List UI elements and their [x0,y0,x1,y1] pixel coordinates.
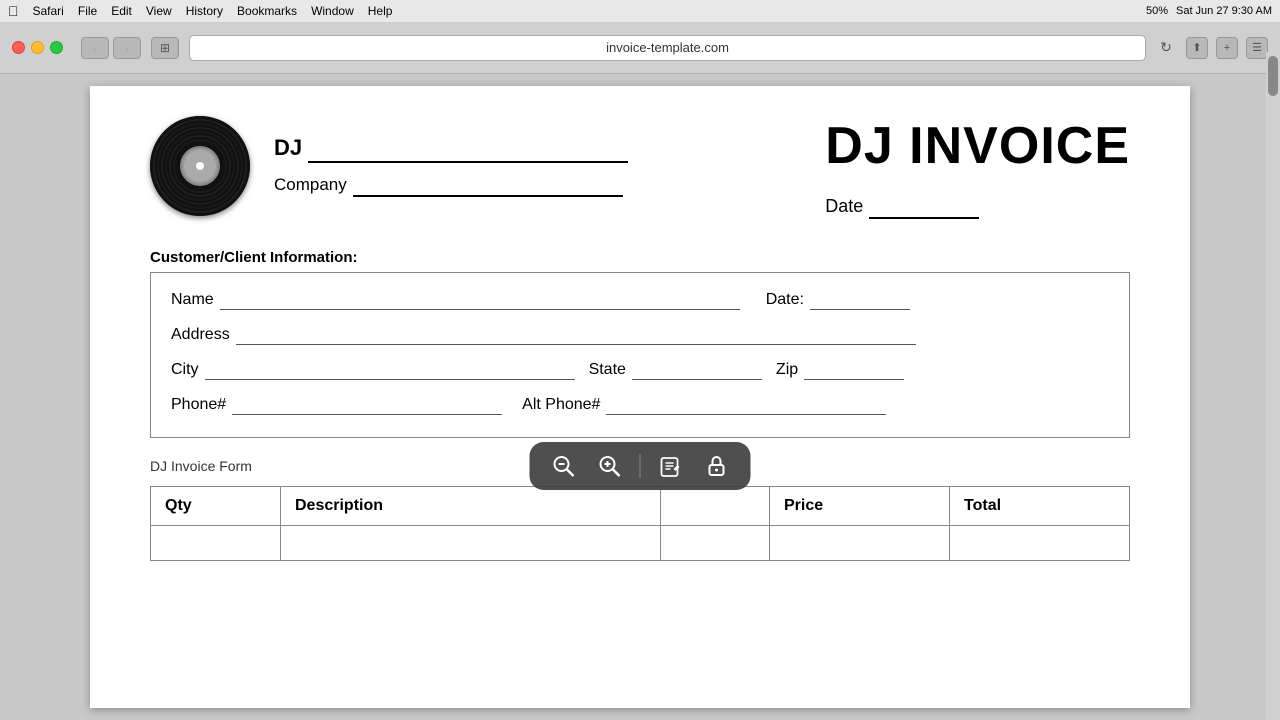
alt-phone-label: Alt Phone# [522,396,600,414]
zip-field[interactable] [804,361,904,380]
name-label: Name [171,291,214,309]
doc-header: DJ Company DJ INVOICE Date [150,116,1130,219]
menu-bar-left:  Safari File Edit View History Bookmark… [8,3,392,19]
reload-button[interactable]: ↻ [1156,38,1176,58]
zip-label: Zip [776,361,798,379]
dj-name-line: DJ [274,135,628,163]
url-display: invoice-template.com [606,40,729,55]
phone-label: Phone# [171,396,226,414]
apple-menu[interactable]:  [8,3,19,19]
maximize-button[interactable] [50,41,63,54]
customer-info-box: Name Date: Address City State Zip [150,272,1130,438]
table-row [151,526,1130,561]
traffic-lights [12,41,63,54]
mac-menu-bar:  Safari File Edit View History Bookmark… [0,0,1280,22]
col-header-qty: Qty [151,487,281,526]
menu-bookmarks[interactable]: Bookmarks [237,4,297,18]
share-button[interactable]: ⬆ [1186,37,1208,59]
sidebar-toggle[interactable]: ☰ [1246,37,1268,59]
table-cell-qty[interactable] [151,526,281,561]
table-cell-total[interactable] [950,526,1130,561]
state-label: State [589,361,626,379]
vinyl-record-logo [150,116,250,216]
name-date-row: Name Date: [171,291,1109,310]
table-cell-empty [661,526,770,561]
city-label: City [171,361,199,379]
alt-phone-field[interactable] [606,396,886,415]
address-field[interactable] [236,326,916,345]
lock-button[interactable] [701,450,733,482]
scrollbar[interactable] [1266,52,1280,720]
date-label: Date: [766,291,804,309]
menu-safari[interactable]: Safari [33,4,64,18]
company-field[interactable] [353,175,623,197]
menu-help[interactable]: Help [368,4,393,18]
company-label: Company [274,175,347,195]
toolbar-divider [640,454,641,478]
dj-logo-section: DJ Company [150,116,628,216]
form-label: DJ Invoice Form [150,458,252,474]
menu-bar-right: 50% Sat Jun 27 9:30 AM [1146,5,1272,17]
bottom-bar: DJ Invoice Form [150,454,1130,482]
city-state-zip-row: City State Zip [171,361,1109,380]
col-header-description: Description [281,487,661,526]
address-row: Address [171,326,1109,345]
state-field[interactable] [632,361,762,380]
customer-section-label: Customer/Client Information: [150,249,1130,266]
zoom-in-button[interactable] [594,450,626,482]
minimize-button[interactable] [31,41,44,54]
address-bar[interactable]: invoice-template.com [189,35,1146,61]
page-content: DJ Company DJ INVOICE Date Custom [0,74,1280,720]
forward-button[interactable]: › [113,37,141,59]
browser-right-icons: ⬆ + ☰ [1186,37,1268,59]
invoice-table: Qty Description Price Total [150,486,1130,561]
menu-edit[interactable]: Edit [111,4,132,18]
col-header-total: Total [950,487,1130,526]
nav-buttons: ‹ › [81,37,141,59]
col-header-empty [661,487,770,526]
table-cell-desc[interactable] [281,526,661,561]
dj-text-section: DJ Company [274,135,628,197]
phone-field[interactable] [232,396,502,415]
header-right: DJ INVOICE Date [825,116,1130,219]
menu-view[interactable]: View [146,4,172,18]
pdf-toolbar [530,442,751,490]
date-header-field[interactable] [869,196,979,219]
battery-status: 50% [1146,5,1168,17]
address-label: Address [171,326,230,344]
date-header-line: Date [825,196,979,219]
tab-overview-button[interactable]: ⊞ [151,37,179,59]
table-cell-price[interactable] [770,526,950,561]
date-header-label: Date [825,196,863,217]
document: DJ Company DJ INVOICE Date Custom [90,86,1190,708]
city-field[interactable] [205,361,575,380]
client-date-field[interactable] [810,291,910,310]
name-field[interactable] [220,291,740,310]
zoom-out-button[interactable] [548,450,580,482]
dj-label: DJ [274,135,302,161]
col-header-price: Price [770,487,950,526]
back-button[interactable]: ‹ [81,37,109,59]
phone-row: Phone# Alt Phone# [171,396,1109,415]
annotate-button[interactable] [655,450,687,482]
company-line: Company [274,175,628,197]
close-button[interactable] [12,41,25,54]
browser-toolbar: ‹ › ⊞ invoice-template.com ↻ ⬆ + ☰ [0,22,1280,74]
invoice-title: DJ INVOICE [825,116,1130,176]
dj-name-field[interactable] [308,135,628,163]
menu-history[interactable]: History [186,4,223,18]
new-tab-button[interactable]: + [1216,37,1238,59]
datetime: Sat Jun 27 9:30 AM [1176,5,1272,17]
scrollbar-thumb[interactable] [1268,56,1278,96]
menu-file[interactable]: File [78,4,97,18]
menu-window[interactable]: Window [311,4,354,18]
